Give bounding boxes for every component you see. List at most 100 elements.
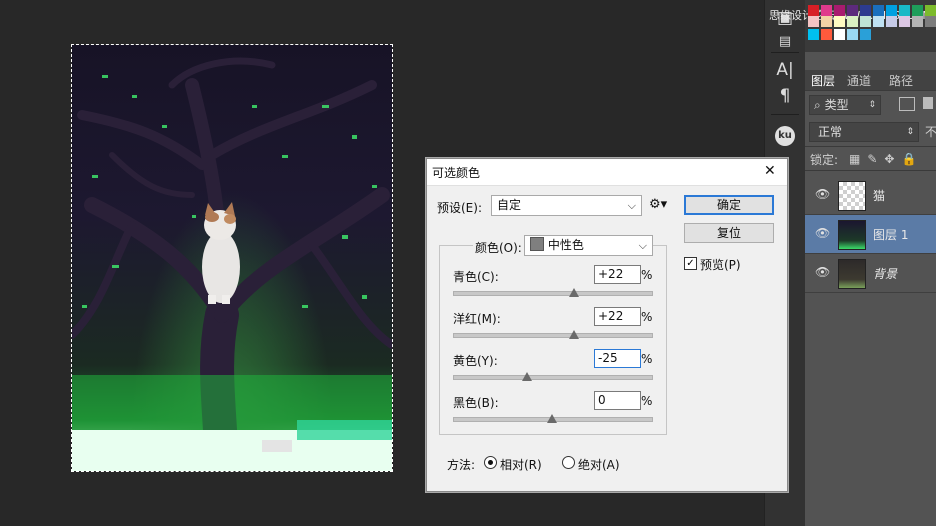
ku-plugin-icon[interactable]: ku: [775, 126, 795, 146]
preset-label: 预设(E):: [437, 201, 482, 215]
canvas-image: [72, 57, 392, 471]
color-swatch[interactable]: [912, 5, 923, 16]
lock-all-icon[interactable]: 🔒: [901, 152, 923, 166]
percent-unit: %: [641, 268, 653, 282]
slider-label: 青色(C):: [453, 270, 499, 284]
colors-label: 颜色(O):: [473, 239, 524, 256]
preset-select[interactable]: 自定 ⌵: [491, 195, 642, 216]
color-swatch[interactable]: [873, 5, 884, 16]
layer-filter-select[interactable]: ⌕ 类型 ⇕: [809, 95, 881, 115]
check-icon: ✓: [686, 258, 695, 269]
color-swatch[interactable]: [808, 29, 819, 40]
color-swatch[interactable]: [860, 29, 871, 40]
slider-value-input[interactable]: +22: [594, 265, 641, 284]
slider-label: 黄色(Y):: [453, 354, 498, 368]
layer-row-cat[interactable]: 👁 猫: [805, 176, 936, 215]
slider-label: 洋红(M):: [453, 312, 501, 326]
color-swatch[interactable]: [873, 16, 884, 27]
slider-handle[interactable]: [568, 288, 579, 297]
method-absolute-radio[interactable]: [562, 456, 575, 469]
image-filter-icon[interactable]: [899, 97, 915, 111]
colors-select[interactable]: 中性色 ⌵: [524, 235, 653, 256]
slider-value-input[interactable]: -25: [594, 349, 641, 368]
preview-label: 预览(P): [700, 258, 741, 272]
lock-move-icon[interactable]: ✥: [884, 152, 901, 166]
method-relative-label: 相对(R): [500, 458, 542, 472]
blend-mode-value: 正常: [818, 125, 843, 139]
color-swatch[interactable]: [899, 5, 910, 16]
color-swatch[interactable]: [847, 5, 858, 16]
color-swatch[interactable]: [808, 5, 819, 16]
close-icon[interactable]: ✕: [764, 163, 776, 179]
layer-thumbnail: [838, 259, 866, 289]
color-swatch[interactable]: [834, 5, 845, 16]
filter-search-icon: ⌕: [814, 98, 821, 112]
lock-paint-icon[interactable]: ✎: [867, 152, 884, 166]
slider-handle[interactable]: [547, 414, 557, 423]
document-canvas[interactable]: [71, 44, 393, 472]
chevron-down-icon: ⌵: [627, 199, 636, 212]
radio-dot: [488, 460, 493, 465]
color-swatch[interactable]: [925, 16, 936, 27]
slider-handle[interactable]: [568, 330, 579, 339]
blend-mode-select[interactable]: 正常 ⇕: [809, 122, 919, 142]
selective-color-dialog: 可选颜色 ✕ 预设(E): 自定 ⌵ ⚙▾ 确定 复位 ✓ 预览(P) 颜色(O…: [426, 158, 788, 492]
preview-checkbox[interactable]: ✓: [684, 257, 697, 270]
cat-figure: [202, 202, 240, 304]
percent-unit: %: [641, 310, 653, 324]
color-swatch[interactable]: [912, 16, 923, 27]
color-swatch[interactable]: [808, 16, 819, 27]
layer-thumbnail: [838, 181, 866, 211]
dialog-title: 可选颜色: [432, 166, 481, 180]
eye-icon[interactable]: 👁: [815, 188, 831, 200]
color-swatch[interactable]: [834, 29, 845, 40]
tab-channels[interactable]: 通道: [847, 72, 871, 90]
color-swatch[interactable]: [821, 29, 832, 40]
color-swatch[interactable]: [925, 5, 936, 16]
paragraph-icon[interactable]: ¶: [773, 84, 797, 108]
color-swatch[interactable]: [821, 5, 832, 16]
color-swatch[interactable]: [860, 5, 871, 16]
layer-thumbnail: [838, 220, 866, 250]
color-swatch[interactable]: [834, 16, 845, 27]
ok-button[interactable]: 确定: [684, 195, 774, 215]
lock-transparent-icon[interactable]: ▦: [849, 152, 867, 166]
brush-preset-icon[interactable]: ▤: [773, 30, 797, 54]
swatches-panel: 思缘设计论坛 WWW.MISSYUAN.COM: [769, 0, 936, 52]
slider-value-input[interactable]: +22: [594, 307, 641, 326]
eye-icon[interactable]: 👁: [815, 227, 831, 239]
layer-name: 背景: [873, 267, 898, 281]
color-swatch[interactable]: [886, 16, 897, 27]
gear-icon[interactable]: ⚙▾: [649, 197, 667, 212]
chevron-updown-icon: ⇕: [868, 100, 876, 110]
tab-paths[interactable]: 路径: [889, 72, 913, 90]
adjustment-filter-icon[interactable]: [923, 97, 933, 109]
dialog-titlebar[interactable]: 可选颜色 ✕: [427, 159, 787, 186]
slider-track[interactable]: [453, 291, 653, 296]
slider-track[interactable]: [453, 333, 653, 338]
color-swatch[interactable]: [821, 16, 832, 27]
reset-button[interactable]: 复位: [684, 223, 774, 243]
percent-unit: %: [641, 352, 653, 366]
neutral-swatch: [530, 237, 544, 251]
lock-label: 锁定:: [810, 153, 839, 167]
color-swatch[interactable]: [899, 16, 910, 27]
slider-handle[interactable]: [522, 372, 533, 381]
eye-icon[interactable]: 👁: [815, 266, 831, 278]
character-icon[interactable]: A|: [773, 58, 797, 82]
method-relative-radio[interactable]: [484, 456, 497, 469]
color-swatch[interactable]: [847, 16, 858, 27]
layer-name: 图层 1: [873, 228, 909, 242]
color-swatch[interactable]: [847, 29, 858, 40]
layer-row-layer1[interactable]: 👁 图层 1: [805, 215, 936, 254]
percent-unit: %: [641, 394, 653, 408]
color-swatch[interactable]: [860, 16, 871, 27]
chevron-updown-icon: ⇕: [906, 127, 914, 137]
slider-value-input[interactable]: 0: [594, 391, 641, 410]
tab-layers[interactable]: 图层: [811, 72, 835, 90]
slider-track[interactable]: [453, 375, 653, 380]
layer-row-background[interactable]: 👁 背景: [805, 254, 936, 293]
filter-label: 类型: [824, 98, 849, 112]
color-swatch[interactable]: [886, 5, 897, 16]
layer-name: 猫: [873, 189, 886, 203]
